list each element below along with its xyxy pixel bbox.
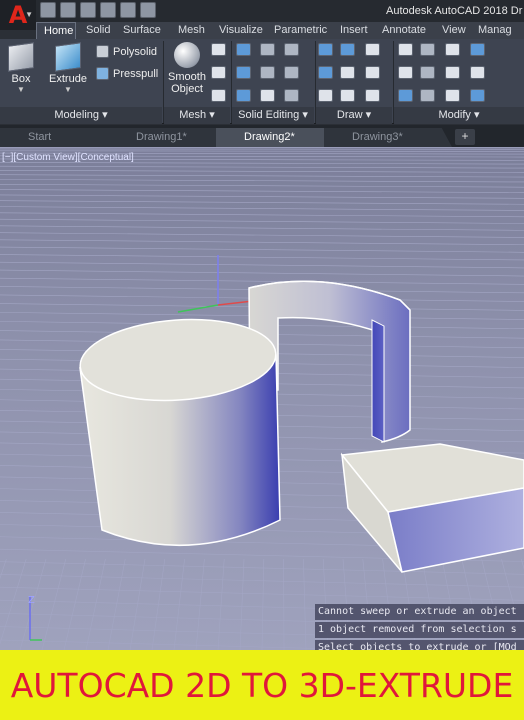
arc-icon[interactable]: [340, 66, 355, 79]
solid-edit-icon[interactable]: [260, 43, 275, 56]
drawing-viewport[interactable]: Z [−][Custom View][Conceptual]: [0, 147, 524, 650]
tab-surface[interactable]: Surface: [120, 22, 172, 39]
new-drawing-tab-button[interactable]: +: [455, 129, 475, 145]
smooth-object-icon: [174, 42, 200, 68]
polysolid-button[interactable]: Polysolid: [96, 45, 157, 58]
tab-home[interactable]: Home: [36, 22, 76, 39]
solid-edit-icon[interactable]: [284, 66, 299, 79]
command-history-line: Cannot sweep or extrude an object: [315, 604, 524, 620]
tab-annotate[interactable]: Annotate: [378, 22, 436, 39]
scale-icon[interactable]: [470, 66, 485, 79]
box-icon: [8, 42, 34, 72]
tab-solid[interactable]: Solid: [76, 22, 120, 39]
tab-visualize[interactable]: Visualize: [214, 22, 269, 39]
stretch-icon[interactable]: [445, 66, 460, 79]
smooth-object-button[interactable]: Smooth Object: [166, 42, 208, 95]
presspull-label: Presspull: [113, 67, 159, 80]
cylinder-solid[interactable]: [77, 313, 281, 547]
fillet-icon[interactable]: [420, 66, 435, 79]
application-menu-button[interactable]: A ▼: [0, 0, 36, 30]
union-icon[interactable]: [236, 43, 251, 56]
trim-icon[interactable]: [470, 43, 485, 56]
spline-icon[interactable]: [318, 66, 333, 79]
tab-insert[interactable]: Insert: [335, 22, 378, 39]
align-icon[interactable]: [470, 89, 485, 102]
ribbon: Box ▼ Extrude ▼ Polysolid Presspull Mode…: [0, 39, 524, 124]
extrude-button[interactable]: Extrude ▼: [46, 42, 90, 94]
solid-edit-icon[interactable]: [260, 66, 275, 79]
tab-mesh[interactable]: Mesh: [172, 22, 214, 39]
subtract-icon[interactable]: [236, 66, 251, 79]
copy-icon[interactable]: [445, 43, 460, 56]
chevron-down-icon: ▼: [25, 10, 33, 19]
svg-text:Z: Z: [28, 595, 35, 606]
viewport-controls-label[interactable]: [−][Custom View][Conceptual]: [2, 152, 134, 163]
presspull-icon: [96, 67, 109, 80]
tab-parametric[interactable]: Parametric: [269, 22, 335, 39]
open-icon[interactable]: [60, 2, 76, 18]
explode-icon[interactable]: [445, 89, 460, 102]
mesh-panel-label[interactable]: Mesh ▾: [164, 107, 230, 124]
3d-scene[interactable]: Z: [0, 147, 524, 650]
file-tab-bar: Start Drawing1* Drawing2* Drawing3* +: [0, 125, 524, 147]
tab-manage[interactable]: Manag: [474, 22, 524, 39]
extrude-label: Extrude: [49, 73, 87, 85]
offset-icon[interactable]: [398, 89, 413, 102]
move-icon[interactable]: [398, 43, 413, 56]
new-icon[interactable]: [40, 2, 56, 18]
draw-panel-label[interactable]: Draw ▾: [316, 107, 392, 124]
hatch-icon[interactable]: [365, 89, 380, 102]
line-icon[interactable]: [318, 43, 333, 56]
mesh-tool-icon[interactable]: [211, 66, 226, 79]
saveas-icon[interactable]: [100, 2, 116, 18]
command-history-line: 1 object removed from selection s: [315, 622, 524, 638]
smooth-object-label-1: Smooth: [168, 71, 206, 83]
file-tab-drawing3[interactable]: Drawing3*: [324, 128, 452, 147]
rectangle-icon[interactable]: [365, 66, 380, 79]
presspull-button[interactable]: Presspull: [96, 67, 158, 80]
polygon-icon[interactable]: [318, 89, 333, 102]
polyline-icon[interactable]: [340, 43, 355, 56]
plot-icon[interactable]: [120, 2, 136, 18]
polysolid-icon: [96, 45, 109, 58]
caption-text: AUTOCAD 2D TO 3D-EXTRUDE: [10, 665, 514, 705]
solid-editing-panel-label[interactable]: Solid Editing ▾: [232, 107, 314, 124]
chevron-down-icon: ▼: [64, 85, 72, 94]
ellipse-icon[interactable]: [340, 89, 355, 102]
title-bar: A ▼ Autodesk AutoCAD 2018 Dr: [0, 0, 524, 30]
extrude-icon: [55, 42, 81, 72]
circle-icon[interactable]: [365, 43, 380, 56]
mirror-icon[interactable]: [398, 66, 413, 79]
polysolid-label: Polysolid: [113, 45, 158, 58]
intersect-icon[interactable]: [236, 89, 251, 102]
quick-access-toolbar: [40, 2, 156, 18]
mesh-tool-icon[interactable]: [211, 43, 226, 56]
save-icon[interactable]: [80, 2, 96, 18]
modify-panel-label[interactable]: Modify ▾: [394, 107, 524, 124]
box-solid[interactable]: [340, 443, 524, 573]
array-icon[interactable]: [420, 89, 435, 102]
tab-view[interactable]: View: [436, 22, 474, 39]
chevron-down-icon: ▼: [17, 85, 25, 94]
mesh-tool-icon[interactable]: [211, 89, 226, 102]
solid-edit-icon[interactable]: [284, 89, 299, 102]
modeling-panel-label[interactable]: Modeling ▾: [0, 107, 162, 124]
caption-banner: AUTOCAD 2D TO 3D-EXTRUDE: [0, 650, 524, 720]
view-axis-icon: Z: [28, 595, 42, 641]
box-label: Box: [11, 73, 31, 85]
solid-edit-icon[interactable]: [284, 43, 299, 56]
window-title: Autodesk AutoCAD 2018 Dr: [386, 5, 523, 17]
rotate-icon[interactable]: [420, 43, 435, 56]
box-button[interactable]: Box ▼: [6, 42, 36, 94]
solid-edit-icon[interactable]: [260, 89, 275, 102]
ribbon-tab-bar: Home Solid Surface Mesh Visualize Parame…: [36, 22, 524, 39]
undo-icon[interactable]: [140, 2, 156, 18]
smooth-object-label-2: Object: [171, 83, 203, 95]
